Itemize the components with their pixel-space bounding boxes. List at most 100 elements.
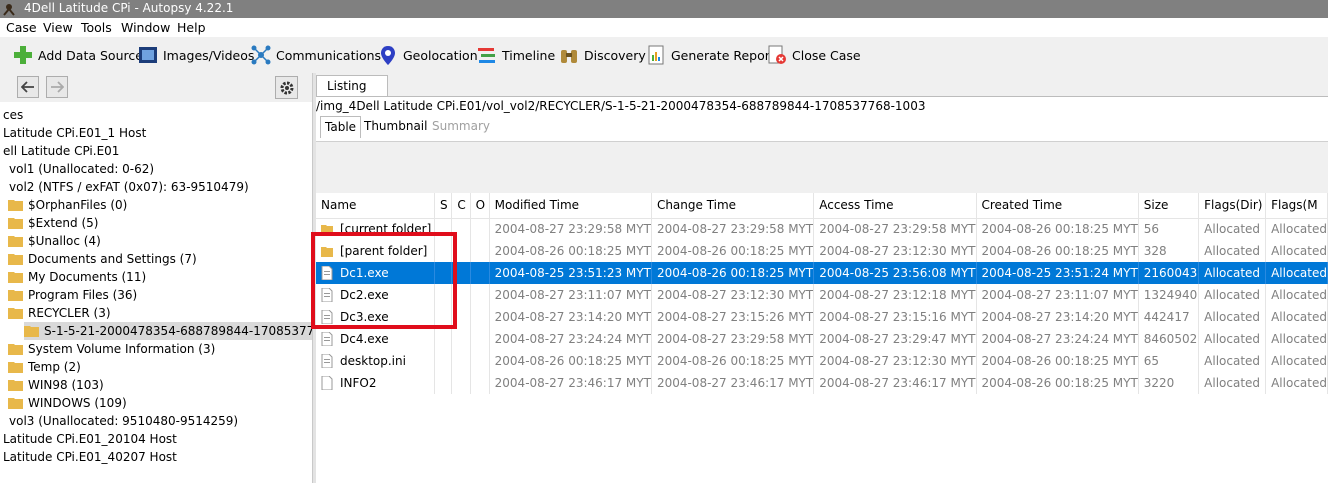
cell-flags-dir: Allocated bbox=[1198, 218, 1267, 240]
film-icon bbox=[139, 47, 157, 63]
cell-o bbox=[470, 284, 490, 306]
file-table-grid: Name S C O Modified Time Change Time Acc… bbox=[316, 193, 1328, 394]
tree-item-system-volume-information[interactable]: System Volume Information (3) bbox=[8, 340, 215, 358]
col-header-name[interactable]: Name bbox=[316, 193, 436, 219]
geolocation-button[interactable]: Geolocation bbox=[377, 43, 478, 67]
menu-tools[interactable]: Tools bbox=[81, 20, 112, 35]
table-row[interactable]: Dc3.exe 2004-08-27 23:14:20 MYT 2004-08-… bbox=[316, 306, 1328, 328]
table-row[interactable]: Dc4.exe 2004-08-27 23:24:24 MYT 2004-08-… bbox=[316, 328, 1328, 350]
tree-item-my-documents[interactable]: My Documents (11) bbox=[8, 268, 146, 286]
tree-item-host-20104[interactable]: Latitude CPi.E01_20104 Host bbox=[3, 430, 177, 448]
tab-thumbnail[interactable]: Thumbnail bbox=[360, 116, 431, 138]
cell-c bbox=[451, 328, 471, 350]
tree-item-vol2[interactable]: vol2 (NTFS / exFAT (0x07): 63-9510479) bbox=[9, 178, 249, 196]
table-row[interactable]: INFO2 2004-08-27 23:46:17 MYT 2004-08-27… bbox=[316, 372, 1328, 394]
table-row[interactable]: [parent folder] 2004-08-26 00:18:25 MYT … bbox=[316, 240, 1328, 262]
tab-table[interactable]: Table bbox=[320, 116, 362, 138]
folder-icon bbox=[8, 308, 23, 319]
file-name: [parent folder] bbox=[340, 244, 428, 258]
tree-item-data-sources[interactable]: ces bbox=[3, 106, 23, 124]
col-header-access-time[interactable]: Access Time bbox=[813, 193, 977, 219]
col-header-change-time[interactable]: Change Time bbox=[651, 193, 815, 219]
tree-item-temp[interactable]: Temp (2) bbox=[8, 358, 81, 376]
back-button[interactable] bbox=[17, 76, 39, 98]
cell-flags-dir: Allocated bbox=[1198, 240, 1267, 262]
images-videos-button[interactable]: Images/Videos bbox=[137, 43, 254, 67]
tree-item-extend[interactable]: $Extend (5) bbox=[8, 214, 98, 232]
tree-item-recycler[interactable]: RECYCLER (3) bbox=[8, 304, 111, 322]
network-icon bbox=[251, 45, 271, 65]
menu-window[interactable]: Window bbox=[121, 20, 170, 35]
tree-item-image[interactable]: ell Latitude CPi.E01 bbox=[3, 142, 119, 160]
tree-label: vol1 (Unallocated: 0-62) bbox=[9, 162, 155, 176]
table-row[interactable]: [current folder] 2004-08-27 23:29:58 MYT… bbox=[316, 218, 1328, 240]
gear-icon bbox=[280, 81, 293, 94]
tree-item-vol1[interactable]: vol1 (Unallocated: 0-62) bbox=[9, 160, 154, 178]
tree-item-vol3[interactable]: vol3 (Unallocated: 9510480-9514259) bbox=[9, 412, 238, 430]
plus-icon bbox=[14, 46, 32, 64]
generate-report-button[interactable]: Generate Report bbox=[645, 43, 775, 67]
file-icon bbox=[321, 354, 333, 368]
tree-item-program-files[interactable]: Program Files (36) bbox=[8, 286, 137, 304]
col-header-modified-time[interactable]: Modified Time bbox=[489, 193, 652, 219]
cell-flags-dir: Allocated bbox=[1198, 284, 1267, 306]
cell-flags-dir: Allocated bbox=[1198, 350, 1267, 372]
table-area: Name S C O Modified Time Change Time Acc… bbox=[316, 141, 1328, 483]
tree-item-orphan-files[interactable]: $OrphanFiles (0) bbox=[8, 196, 127, 214]
tree-item-documents-and-settings[interactable]: Documents and Settings (7) bbox=[8, 250, 197, 268]
folder-icon bbox=[8, 398, 23, 409]
forward-button[interactable] bbox=[46, 76, 68, 98]
col-header-s[interactable]: S bbox=[434, 193, 453, 219]
cell-created: 2004-08-27 23:14:20 MYT bbox=[976, 306, 1139, 328]
cell-flags-meta: Allocated bbox=[1265, 240, 1328, 262]
tree-label: WINDOWS (109) bbox=[28, 396, 127, 410]
cell-o bbox=[470, 218, 490, 240]
cell-o bbox=[470, 240, 490, 262]
cell-size: 1324940 bbox=[1138, 284, 1200, 306]
communications-button[interactable]: Communications bbox=[250, 43, 381, 67]
cell-access: 2004-08-25 23:56:08 MYT bbox=[813, 262, 977, 284]
table-row-selected[interactable]: Dc1.exe 2004-08-25 23:51:23 MYT 2004-08-… bbox=[316, 262, 1328, 284]
col-header-flags-meta[interactable]: Flags(M bbox=[1265, 193, 1328, 219]
cell-size: 328 bbox=[1138, 240, 1200, 262]
table-row[interactable]: desktop.ini 2004-08-26 00:18:25 MYT 2004… bbox=[316, 350, 1328, 372]
col-header-size[interactable]: Size bbox=[1138, 193, 1200, 219]
tree-label: RECYCLER (3) bbox=[28, 306, 111, 320]
menu-case[interactable]: Case bbox=[6, 20, 37, 35]
tree-label: S-1-5-21-2000478354-688789844-1708537768… bbox=[44, 324, 312, 338]
tab-listing[interactable]: Listing bbox=[316, 75, 388, 97]
cell-access: 2004-08-27 23:12:30 MYT bbox=[813, 240, 977, 262]
file-icon bbox=[321, 288, 333, 302]
folder-icon bbox=[8, 200, 23, 211]
file-name: Dc3.exe bbox=[340, 310, 389, 324]
col-header-o[interactable]: O bbox=[470, 193, 490, 219]
col-header-c[interactable]: C bbox=[451, 193, 471, 219]
tree-item-host-1[interactable]: Latitude CPi.E01_1 Host bbox=[3, 124, 146, 142]
tree-settings-button[interactable] bbox=[275, 76, 298, 99]
tree-item-recycler-sid[interactable]: S-1-5-21-2000478354-688789844-1708537768… bbox=[24, 322, 312, 340]
add-data-source-button[interactable]: Add Data Source bbox=[12, 43, 143, 67]
close-case-label: Close Case bbox=[792, 47, 861, 63]
cell-access: 2004-08-27 23:12:30 MYT bbox=[813, 350, 977, 372]
cell-o bbox=[470, 372, 490, 394]
menu-bar: Case View Tools Window Help bbox=[0, 18, 1328, 37]
cell-change: 2004-08-27 23:46:17 MYT bbox=[651, 372, 815, 394]
table-row[interactable]: Dc2.exe 2004-08-27 23:11:07 MYT 2004-08-… bbox=[316, 284, 1328, 306]
cell-c bbox=[451, 284, 471, 306]
cell-access: 2004-08-27 23:12:18 MYT bbox=[813, 284, 977, 306]
close-case-button[interactable]: Close Case bbox=[766, 43, 861, 67]
autopsy-logo-icon bbox=[3, 4, 15, 16]
menu-help[interactable]: Help bbox=[177, 20, 206, 35]
cell-modified: 2004-08-27 23:24:24 MYT bbox=[489, 328, 652, 350]
col-header-flags-dir[interactable]: Flags(Dir) bbox=[1198, 193, 1267, 219]
timeline-button[interactable]: Timeline bbox=[476, 43, 555, 67]
col-header-created-time[interactable]: Created Time bbox=[976, 193, 1139, 219]
menu-view[interactable]: View bbox=[43, 20, 73, 35]
tree-item-win98[interactable]: WIN98 (103) bbox=[8, 376, 104, 394]
tree-item-host-40207[interactable]: Latitude CPi.E01_40207 Host bbox=[3, 448, 177, 466]
tree-item-windows[interactable]: WINDOWS (109) bbox=[8, 394, 127, 412]
discovery-button[interactable]: Discovery bbox=[558, 43, 646, 67]
tree-label: Latitude CPi.E01_40207 Host bbox=[3, 450, 177, 464]
table-header: Name S C O Modified Time Change Time Acc… bbox=[316, 193, 1328, 219]
tree-item-unalloc[interactable]: $Unalloc (4) bbox=[8, 232, 101, 250]
